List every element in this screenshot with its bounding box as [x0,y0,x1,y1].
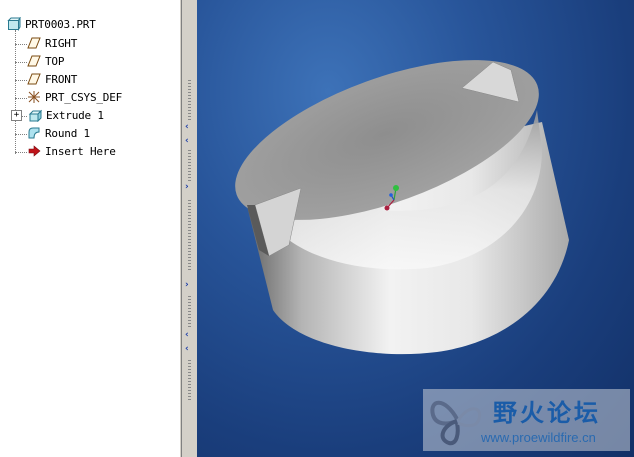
extrude-icon [28,108,43,123]
watermark-url: www.proewildfire.cn [481,430,596,445]
part-icon [7,16,21,32]
tree-item-label: PRT_CSYS_DEF [45,90,123,104]
splitter-grip[interactable] [188,80,191,120]
insert-arrow-icon [27,144,41,158]
splitter-grip[interactable] [188,296,191,328]
tree-connector [15,44,27,45]
splitter-grip[interactable] [188,150,191,182]
tree-item-label: FRONT [45,72,78,86]
csys-origin [384,205,390,211]
round-icon [27,126,41,140]
tree-item-label: Extrude 1 [46,108,104,122]
csys-y-point [393,185,399,191]
tree-connector [15,62,27,63]
tree-connector [15,134,27,135]
coordinate-system-icon [27,90,41,104]
tree-item-label: RIGHT [45,36,78,50]
tree-item-right[interactable]: RIGHT [27,34,77,52]
watermark-title: 野火论坛 [493,399,601,427]
tree-item-extrude[interactable]: + Extrude 1 [11,106,104,124]
expand-right-icon[interactable]: › [185,182,189,192]
tree-connector [15,80,27,81]
tree-item-label: TOP [45,54,65,68]
tree-item-label: Insert Here [45,144,116,158]
datum-plane-icon [27,36,41,50]
tree-item-label: PRT0003.PRT [25,17,96,31]
tree-item-label: Round 1 [45,126,90,140]
expand-right-icon[interactable]: › [185,280,189,290]
collapse-left-icon[interactable]: ‹ [185,344,189,354]
tree-item-csys[interactable]: PRT_CSYS_DEF [27,88,122,106]
tree-connector [15,30,16,154]
tree-item-top[interactable]: TOP [27,52,64,70]
collapse-left-icon[interactable]: ‹ [185,136,189,146]
datum-plane-icon [27,72,41,86]
expand-toggle[interactable]: + [11,109,22,121]
tree-connector [15,98,27,99]
tree-item-insert-here[interactable]: Insert Here [27,142,116,160]
splitter-grip[interactable] [188,360,191,400]
forum-watermark: 野火论坛 www.proewildfire.cn [423,389,630,451]
tree-item-front[interactable]: FRONT [27,70,77,88]
splitter-grip[interactable] [188,200,191,270]
collapse-left-icon[interactable]: ‹ [185,330,189,340]
collapse-left-icon[interactable]: ‹ [185,122,189,132]
panel-splitter[interactable]: ‹ ‹ › › ‹ ‹ [181,0,198,457]
butterfly-logo-icon [430,400,482,446]
datum-plane-icon [27,54,41,68]
model-tree-panel: PRT0003.PRT RIGHT TOP FRONT PRT_CSYS_DEF… [0,0,180,457]
tree-item-round[interactable]: Round 1 [27,124,90,142]
tree-root-part[interactable]: PRT0003.PRT [7,15,96,33]
csys-z-point [389,193,393,197]
tree-connector [15,152,27,153]
